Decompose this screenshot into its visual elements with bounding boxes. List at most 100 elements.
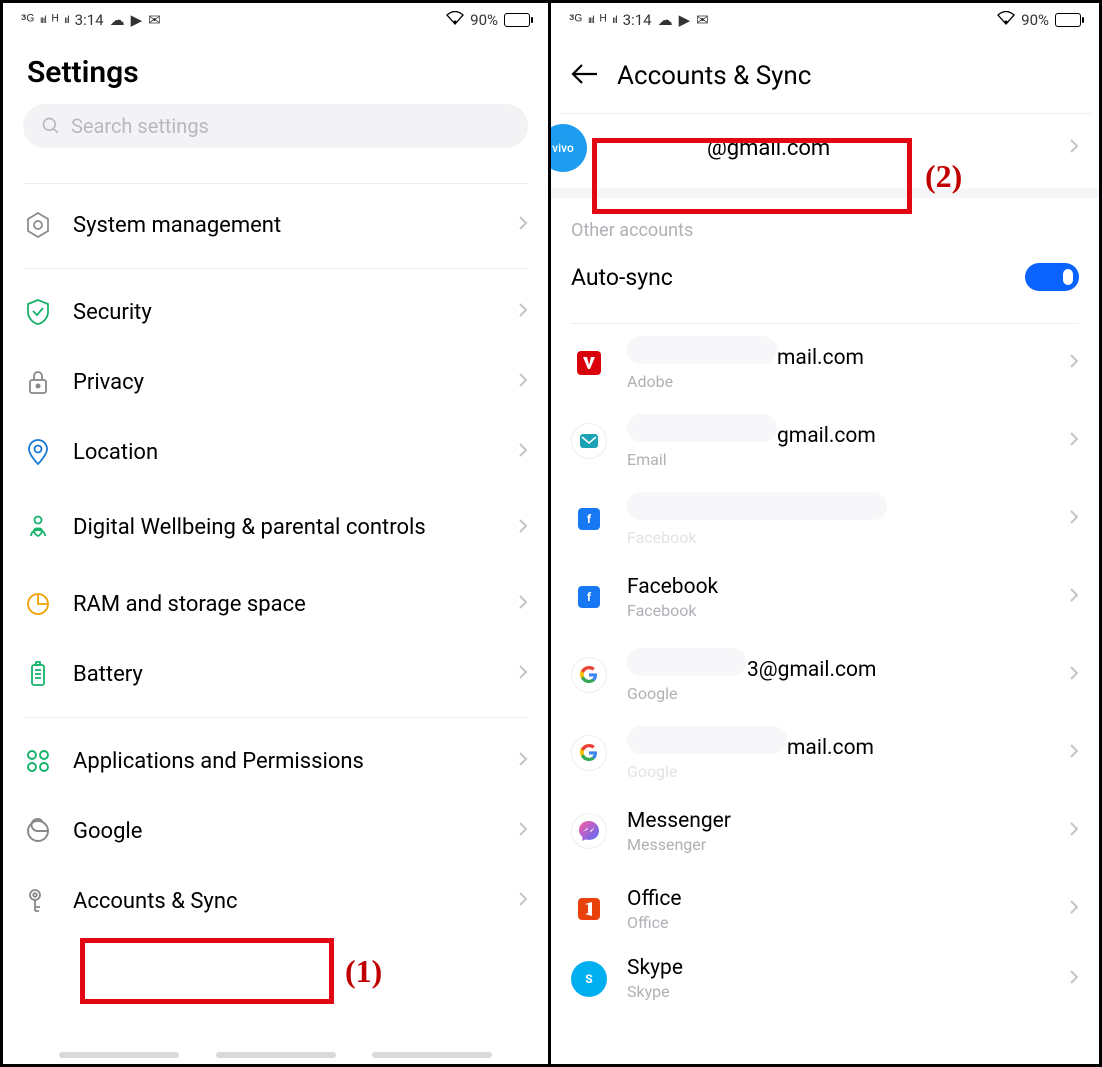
heart-person-icon <box>23 513 53 543</box>
row-label: Privacy <box>73 370 498 395</box>
row-system-management[interactable]: System management <box>23 190 528 260</box>
battery-pct: 90% <box>1021 11 1049 29</box>
chevron-right-icon <box>1069 138 1079 158</box>
google-icon <box>571 657 607 693</box>
chevron-right-icon <box>1069 969 1079 989</box>
account-primary: Messenger <box>627 809 1049 833</box>
chevron-right-icon <box>1069 665 1079 685</box>
auto-sync-label: Auto-sync <box>571 264 673 291</box>
search-placeholder: Search settings <box>71 114 209 138</box>
play-icon: ▶ <box>679 11 691 29</box>
clock: 3:14 <box>623 11 652 29</box>
chevron-right-icon <box>518 442 528 462</box>
account-sub: Google <box>627 762 1049 781</box>
network-h-icon: ᴴ <box>52 11 58 29</box>
arrow-left-icon <box>571 63 599 85</box>
battery-vertical-icon <box>23 659 53 689</box>
account-sub: Facebook <box>627 528 1049 547</box>
chevron-right-icon <box>518 372 528 392</box>
annotation-highlight-1 <box>80 938 334 1004</box>
account-row-google-1[interactable]: 3@gmail.com Google <box>551 636 1099 714</box>
row-applications-permissions[interactable]: Applications and Permissions <box>23 726 528 796</box>
chevron-right-icon <box>518 215 528 235</box>
chevron-right-icon <box>1069 587 1079 607</box>
account-row-messenger[interactable]: Messenger Messenger <box>551 792 1099 870</box>
status-bar: ³ᴳ ıııl ᴴ ııl 3:14 ☁ ▶ ✉ 90% <box>3 3 548 37</box>
account-row-facebook-2[interactable]: f Facebook Facebook <box>551 558 1099 636</box>
annotation-label-2: (2) <box>925 158 962 195</box>
row-security[interactable]: Security <box>23 277 528 347</box>
account-sub: Email <box>627 450 1049 469</box>
battery-pct: 90% <box>470 11 498 29</box>
account-sub: Facebook <box>627 601 1049 620</box>
account-sub: Office <box>627 913 1049 932</box>
chevron-right-icon <box>1069 509 1079 529</box>
chevron-right-icon <box>518 594 528 614</box>
row-label: Location <box>73 440 498 465</box>
network-3g-icon: ³ᴳ <box>569 11 582 29</box>
adobe-icon <box>577 351 601 375</box>
signal-icon-2: ııl <box>612 15 616 26</box>
page-title: Accounts & Sync <box>617 61 811 91</box>
account-row-facebook-1[interactable]: f Facebook <box>551 480 1099 558</box>
row-label: Battery <box>73 662 498 687</box>
screen-accounts-sync: ³ᴳ ıııl ᴴ ııl 3:14 ☁ ▶ ✉ 90% Accounts <box>551 0 1102 1067</box>
signal-icon: ıııl <box>588 15 594 26</box>
account-row-skype[interactable]: S Skype Skype <box>551 948 1099 1009</box>
row-label: Digital Wellbeing & parental controls <box>73 514 498 542</box>
mail-app-icon <box>571 423 607 459</box>
row-ram-storage[interactable]: RAM and storage space <box>23 569 528 639</box>
back-button[interactable] <box>571 63 599 89</box>
shield-icon <box>23 297 53 327</box>
facebook-icon: f <box>578 508 600 530</box>
google-g-icon <box>23 816 53 846</box>
row-location[interactable]: Location <box>23 417 528 487</box>
search-input[interactable]: Search settings <box>23 104 528 148</box>
chevron-right-icon <box>1069 743 1079 763</box>
account-sub: Google <box>627 684 1049 703</box>
signal-icon: ıııl <box>40 15 46 26</box>
account-sub: Messenger <box>627 835 1049 854</box>
mail-status-icon: ✉ <box>148 11 161 29</box>
lock-icon <box>23 367 53 397</box>
nav-indicator <box>3 1052 548 1058</box>
chevron-right-icon <box>1069 899 1079 919</box>
account-primary: 3@gmail.com <box>627 648 1049 682</box>
messenger-icon <box>571 813 607 849</box>
account-primary: gmail.com <box>627 414 1049 448</box>
account-primary <box>627 492 1049 526</box>
screen-settings: ³ᴳ ıııl ᴴ ııl 3:14 ☁ ▶ ✉ 90% Settings Se… <box>0 0 551 1067</box>
account-row-google-2[interactable]: mail.com Google <box>551 714 1099 792</box>
google-icon <box>571 735 607 771</box>
row-google[interactable]: Google <box>23 796 528 866</box>
battery-icon <box>504 13 530 27</box>
vivo-icon: vivo <box>551 124 587 172</box>
account-row-office[interactable]: Office Office <box>551 870 1099 948</box>
chevron-right-icon <box>518 518 528 538</box>
clock: 3:14 <box>75 11 104 29</box>
pie-chart-icon <box>23 589 53 619</box>
auto-sync-row[interactable]: Auto-sync <box>551 249 1099 315</box>
key-icon <box>23 886 53 916</box>
row-wellbeing[interactable]: Digital Wellbeing & parental controls <box>23 487 528 569</box>
row-battery[interactable]: Battery <box>23 639 528 709</box>
row-label: Applications and Permissions <box>73 749 498 774</box>
primary-account-row[interactable]: vivo @gmail.com <box>551 114 1099 188</box>
search-icon <box>41 116 61 136</box>
page-title: Settings <box>3 37 548 104</box>
account-row-email[interactable]: gmail.com Email <box>551 402 1099 480</box>
row-accounts-sync[interactable]: Accounts & Sync <box>23 866 528 936</box>
row-privacy[interactable]: Privacy <box>23 347 528 417</box>
auto-sync-toggle[interactable] <box>1025 263 1079 291</box>
wifi-icon <box>997 11 1015 29</box>
account-primary: Skype <box>627 956 1049 980</box>
annotation-label-1: (1) <box>345 953 382 990</box>
chevron-right-icon <box>1069 821 1079 841</box>
account-primary: mail.com <box>627 726 1049 760</box>
account-sub: Skype <box>627 982 1049 1001</box>
row-label: Google <box>73 819 498 844</box>
skype-icon: S <box>571 961 607 997</box>
gear-hex-icon <box>23 210 53 240</box>
account-row-adobe[interactable]: mail.com Adobe <box>551 324 1099 402</box>
chevron-right-icon <box>518 664 528 684</box>
